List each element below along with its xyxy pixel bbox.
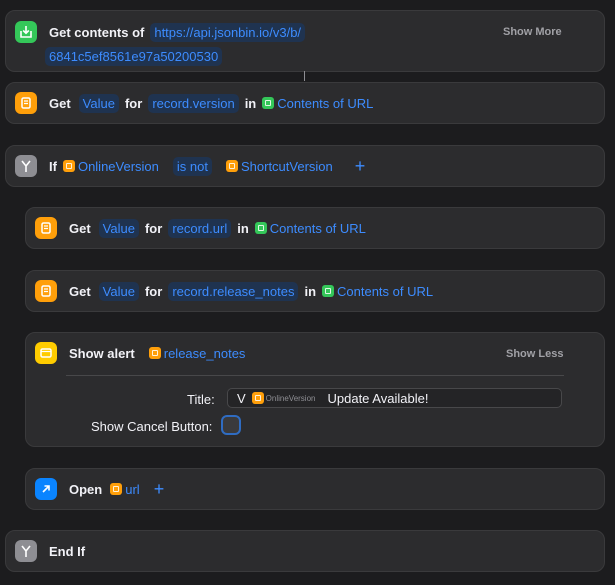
- divider: [66, 375, 564, 376]
- end-if-action[interactable]: End If: [5, 530, 605, 572]
- variable-icon: [225, 160, 238, 172]
- get-release-notes-action[interactable]: Get Value for record.release_notes in Co…: [25, 270, 605, 312]
- open-action[interactable]: Open url +: [25, 468, 605, 510]
- key-token[interactable]: record.release_notes: [168, 281, 299, 301]
- variable-icon: [62, 160, 75, 172]
- dictionary-icon: [35, 280, 57, 302]
- title-suffix: Update Available!: [327, 390, 429, 406]
- for-label: for: [144, 220, 163, 236]
- show-alert-label: Show alert: [69, 345, 135, 361]
- add-condition-button[interactable]: +: [355, 156, 366, 177]
- online-version-label: OnlineVersion: [77, 158, 159, 174]
- title-field[interactable]: V OnlineVersion Update Available!: [227, 388, 562, 408]
- alert-icon: [35, 342, 57, 364]
- show-less-button[interactable]: Show Less: [506, 348, 563, 360]
- get-contents-label: Get contents of: [49, 24, 145, 40]
- condition-token[interactable]: is not: [172, 156, 212, 176]
- value-token[interactable]: Value: [98, 281, 139, 301]
- release-notes-label: release_notes: [163, 345, 246, 361]
- shortcut-version-token[interactable]: ShortcutVersion: [225, 158, 333, 174]
- branch-icon: [15, 540, 37, 562]
- key-token[interactable]: record.url: [168, 218, 232, 238]
- show-cancel-toggle[interactable]: [223, 417, 239, 433]
- add-parameter-button[interactable]: +: [154, 479, 165, 500]
- if-action[interactable]: If OnlineVersion is not ShortcutVersion …: [5, 145, 605, 187]
- value-token[interactable]: Value: [98, 218, 139, 238]
- key-token[interactable]: record.version: [148, 93, 239, 113]
- end-if-label: End If: [49, 543, 86, 559]
- online-version-token[interactable]: OnlineVersion: [62, 158, 159, 174]
- url-variable-label: url: [125, 481, 140, 497]
- contents-of-url-token[interactable]: Contents of URL: [262, 96, 373, 111]
- contents-of-url-token[interactable]: Contents of URL: [254, 220, 366, 236]
- url-token-continued[interactable]: 6841c5ef8561e97a50200530: [45, 47, 223, 66]
- open-link-icon: [35, 478, 57, 500]
- contents-of-url-icon: [262, 97, 275, 109]
- in-label: in: [304, 283, 317, 299]
- in-label: in: [244, 95, 257, 111]
- contents-of-url-token[interactable]: Contents of URL: [322, 284, 433, 299]
- dictionary-icon: [35, 217, 57, 239]
- for-label: for: [144, 283, 163, 299]
- get-label: Get: [69, 283, 91, 299]
- contents-of-url-label: Contents of URL: [269, 220, 366, 236]
- url-token[interactable]: https://api.jsonbin.io/v3/b/: [150, 22, 306, 42]
- connector-line: [304, 71, 305, 81]
- show-alert-action[interactable]: Show alert release_notes Show Less Title…: [25, 332, 605, 447]
- value-token[interactable]: Value: [78, 93, 119, 113]
- variable-icon: [148, 347, 161, 359]
- get-label: Get: [49, 95, 71, 111]
- title-prefix: V: [237, 390, 246, 406]
- title-param-label: Title:: [187, 392, 215, 407]
- contents-of-url-icon: [254, 222, 267, 234]
- release-notes-token[interactable]: release_notes: [148, 345, 246, 361]
- title-variable[interactable]: OnlineVersion: [266, 394, 316, 403]
- dictionary-icon: [15, 92, 37, 114]
- contents-of-url-label: Contents of URL: [277, 95, 374, 111]
- variable-icon: [110, 483, 123, 495]
- for-label: for: [124, 95, 143, 111]
- cancel-param-label: Show Cancel Button:: [91, 419, 213, 434]
- get-contents-action[interactable]: Get contents of https://api.jsonbin.io/v…: [5, 10, 605, 72]
- open-label: Open: [69, 481, 103, 497]
- contents-of-url-icon: [322, 285, 335, 297]
- if-label: If: [49, 158, 57, 174]
- in-label: in: [237, 220, 249, 236]
- url-variable-token[interactable]: url: [110, 481, 140, 497]
- show-more-button[interactable]: Show More: [503, 26, 562, 38]
- download-icon: [15, 21, 37, 43]
- branch-icon: [15, 155, 37, 177]
- get-version-action[interactable]: Get Value for record.version in Contents…: [5, 82, 605, 124]
- get-label: Get: [69, 220, 91, 236]
- shortcut-version-label: ShortcutVersion: [240, 158, 333, 174]
- variable-icon: [251, 392, 264, 404]
- get-url-action[interactable]: Get Value for record.url in Contents of …: [25, 207, 605, 249]
- contents-of-url-label: Contents of URL: [337, 283, 434, 299]
